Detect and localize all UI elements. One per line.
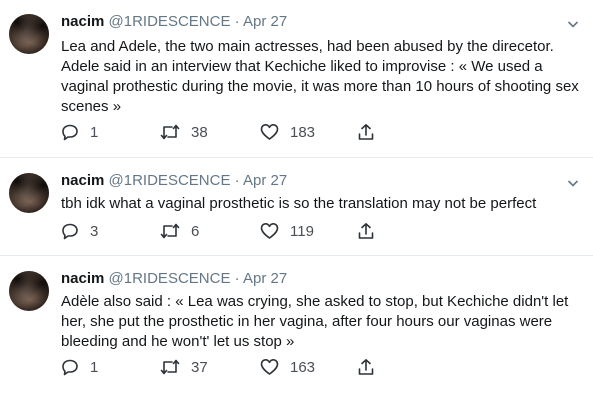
tweet-3[interactable]: nacim @1RIDESCENCE · Apr 27 Adèle also s…	[0, 256, 593, 400]
share-icon	[358, 124, 374, 140]
reply-icon	[62, 359, 78, 376]
retweet-count: 6	[191, 222, 200, 240]
display-name[interactable]: nacim	[61, 270, 104, 287]
tweet-date[interactable]: Apr 27	[243, 172, 287, 189]
retweet-icon	[160, 359, 180, 375]
tweet-actions: 1 37 163	[61, 357, 581, 377]
retweet-button[interactable]: 38	[160, 122, 208, 142]
share-button[interactable]	[357, 122, 375, 142]
like-button[interactable]: 183	[260, 122, 315, 142]
like-button[interactable]: 163	[260, 357, 315, 377]
share-button[interactable]	[357, 357, 375, 377]
tweet-text: tbh idk what a vaginal prosthetic is so …	[61, 195, 537, 212]
tweet-text: Adèle also said : « Lea was crying, she …	[61, 293, 569, 350]
like-button[interactable]: 119	[260, 221, 314, 241]
retweet-icon	[160, 124, 180, 140]
chevron-down-icon[interactable]	[567, 18, 579, 30]
tweet-text: Lea and Adele, the two main actresses, h…	[61, 38, 579, 115]
separator-dot: ·	[234, 270, 240, 287]
avatar[interactable]	[9, 173, 49, 213]
like-count: 183	[290, 123, 316, 141]
like-count: 119	[290, 222, 314, 240]
reply-icon	[62, 223, 78, 240]
retweet-button[interactable]: 6	[160, 221, 199, 241]
reply-count: 1	[90, 358, 99, 376]
tweet-date[interactable]: Apr 27	[243, 270, 287, 287]
retweet-count: 37	[191, 358, 208, 376]
retweet-icon	[160, 223, 180, 239]
tweet-header: nacim @1RIDESCENCE · Apr 27	[61, 13, 287, 30]
like-count: 163	[290, 358, 316, 376]
heart-icon	[260, 124, 279, 140]
tweet-header: nacim @1RIDESCENCE · Apr 27	[61, 270, 287, 287]
tweet-2[interactable]: nacim @1RIDESCENCE · Apr 27 tbh idk what…	[0, 158, 593, 256]
tweet-actions: 1 38 183	[61, 122, 581, 142]
reply-button[interactable]: 1	[61, 357, 98, 377]
tweet-1[interactable]: nacim @1RIDESCENCE · Apr 27 Lea and Adel…	[0, 0, 593, 158]
heart-icon	[260, 359, 279, 375]
avatar[interactable]	[9, 14, 49, 54]
user-handle[interactable]: @1RIDESCENCE	[109, 172, 231, 189]
display-name[interactable]: nacim	[61, 172, 104, 189]
tweet-header: nacim @1RIDESCENCE · Apr 27	[61, 172, 287, 189]
user-handle[interactable]: @1RIDESCENCE	[109, 270, 231, 287]
display-name[interactable]: nacim	[61, 13, 104, 30]
separator-dot: ·	[234, 13, 240, 30]
reply-button[interactable]: 3	[61, 221, 98, 241]
share-icon	[358, 223, 374, 239]
retweet-button[interactable]: 37	[160, 357, 208, 377]
avatar[interactable]	[9, 271, 49, 311]
reply-button[interactable]: 1	[61, 122, 98, 142]
reply-icon	[62, 124, 78, 141]
retweet-count: 38	[191, 123, 208, 141]
share-button[interactable]	[357, 221, 375, 241]
share-icon	[358, 359, 374, 375]
tweet-actions: 3 6 119	[61, 221, 581, 241]
user-handle[interactable]: @1RIDESCENCE	[109, 13, 231, 30]
tweet-date[interactable]: Apr 27	[243, 13, 287, 30]
chevron-down-icon[interactable]	[567, 177, 579, 189]
reply-count: 1	[90, 123, 99, 141]
separator-dot: ·	[234, 172, 240, 189]
heart-icon	[260, 223, 279, 239]
reply-count: 3	[90, 222, 99, 240]
